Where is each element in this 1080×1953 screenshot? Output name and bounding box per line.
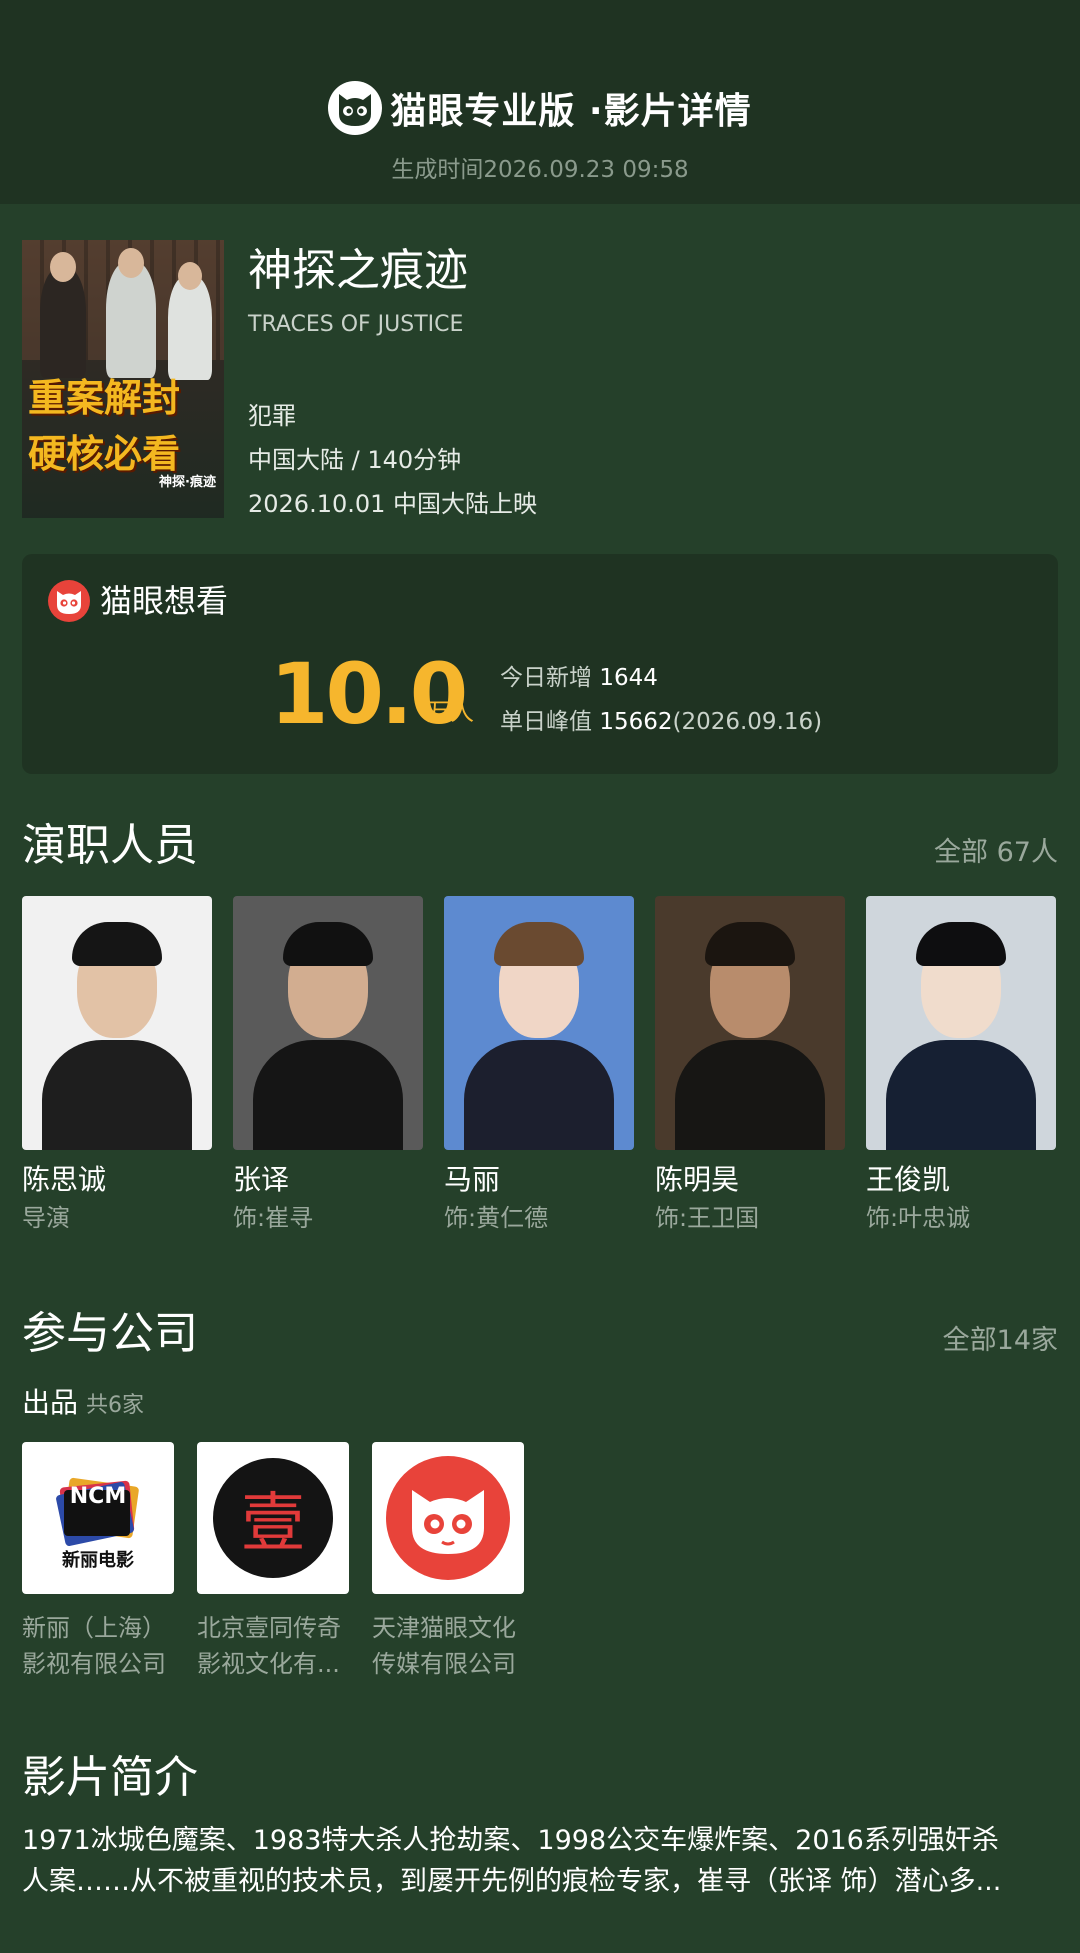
want-today-label: 今日新增 <box>500 665 592 691</box>
movie-release: 2026.10.01 中国大陆上映 <box>248 490 538 518</box>
poster-headline: 重案解封 硬核必看 <box>28 370 224 482</box>
movie-info: 神探之痕迹 TRACES OF JUSTICE 犯罪 中国大陆 / 140分钟 … <box>248 244 537 518</box>
ncm-logo-caption: 新丽电影 <box>62 1550 134 1571</box>
cast-name: 张译 <box>233 1163 290 1196</box>
cast-section-title: 演职人员 <box>22 820 198 871</box>
generated-time: 生成时间2026.09.23 09:58 <box>391 157 689 183</box>
synopsis-text[interactable]: 1971冰城色魔案、1983特大杀人抢劫案、1998公交车爆炸案、2016系列强… <box>22 1820 1058 1902</box>
want-title: 猫眼想看 <box>100 582 229 620</box>
producer-count: 共6家 <box>86 1393 145 1418</box>
want-peak: 单日峰值 15662(2026.09.16) <box>500 702 822 736</box>
synopsis-title: 影片简介 <box>22 1752 198 1803</box>
ncm-logo-text: NCM <box>69 1484 127 1509</box>
poster-headline-line1: 重案解封 <box>28 375 181 420</box>
synopsis-line1: 1971冰城色魔案、1983特大杀人抢劫案、1998公交车爆炸案、2016系列强… <box>22 1825 999 1856</box>
want-today: 今日新增 1644 <box>500 658 658 692</box>
producer-subtitle: 出品 共6家 <box>22 1385 144 1424</box>
company-logo: NCM 新丽电影 <box>22 1442 174 1594</box>
cast-photo <box>655 896 845 1150</box>
poster-figure <box>168 276 212 380</box>
cast-role: 饰:王卫国 <box>655 1204 760 1232</box>
company-name: 新丽（上海） 影视有限公司 <box>22 1610 174 1682</box>
cast-member[interactable]: 王俊凯 饰:叶忠诚 <box>866 896 1056 1234</box>
poster-head <box>50 252 76 282</box>
cast-name: 王俊凯 <box>866 1163 951 1196</box>
company-name-line1: 新丽（上海） <box>22 1614 166 1642</box>
company-name-line1: 天津猫眼文化 <box>372 1614 516 1642</box>
poster-head <box>178 262 202 290</box>
maoyan-cat-icon <box>386 1456 510 1580</box>
movie-english-title: TRACES OF JUSTICE <box>248 312 464 337</box>
maoyan-cat-icon <box>48 580 90 622</box>
company-name: 天津猫眼文化 传媒有限公司 <box>372 1610 524 1682</box>
cast-photo <box>233 896 423 1150</box>
cast-member[interactable]: 张译 饰:崔寻 <box>233 896 423 1234</box>
synopsis-line2: 人案……从不被重视的技术员，到屡开先例的痕检专家，崔寻（张译 饰）潜心多... <box>22 1866 1002 1897</box>
movie-region-duration: 中国大陆 / 140分钟 <box>248 446 462 474</box>
company-name-line1: 北京壹同传奇 <box>197 1614 341 1642</box>
brand-title: 猫眼专业版 ·影片详情 <box>390 91 752 132</box>
cast-member[interactable]: 陈明昊 饰:王卫国 <box>655 896 845 1234</box>
want-peak-date: (2026.09.16) <box>672 709 823 735</box>
company-logo <box>372 1442 524 1594</box>
poster-figure <box>40 268 86 378</box>
want-peak-label: 单日峰值 <box>500 709 592 735</box>
company-name-line2: 影视文化有... <box>197 1650 340 1678</box>
want-peak-value: 15662 <box>599 709 673 735</box>
cast-member[interactable]: 陈思诚 导演 <box>22 896 212 1234</box>
company-view-all[interactable]: 全部14家 <box>943 1318 1058 1357</box>
cast-role: 饰:叶忠诚 <box>866 1204 971 1232</box>
company-name-line2: 影视有限公司 <box>22 1650 166 1678</box>
producer-label: 出品 <box>22 1386 79 1419</box>
poster-head <box>118 248 144 278</box>
company-section-title: 参与公司 <box>22 1308 198 1359</box>
cast-photo <box>22 896 212 1150</box>
movie-genre: 犯罪 <box>248 402 296 430</box>
movie-poster[interactable]: 重案解封 硬核必看 神探·痕迹 <box>22 240 224 518</box>
page-header: 猫眼专业版 ·影片详情 生成时间2026.09.23 09:58 <box>0 0 1080 204</box>
poster-caption: 神探·痕迹 <box>159 475 216 490</box>
want-to-see-card[interactable]: 猫眼想看 10.0 万人 今日新增 1644 单日峰值 15662(2026.0… <box>22 554 1058 774</box>
company-item[interactable]: 壹 北京壹同传奇 影视文化有... <box>197 1442 349 1682</box>
cast-role: 饰:黄仁德 <box>444 1204 549 1232</box>
cast-member[interactable]: 马丽 饰:黄仁德 <box>444 896 634 1234</box>
cast-photo <box>444 896 634 1150</box>
company-item[interactable]: 天津猫眼文化 传媒有限公司 <box>372 1442 524 1682</box>
want-today-value: 1644 <box>599 665 658 691</box>
cast-name: 马丽 <box>444 1163 501 1196</box>
company-name-line2: 传媒有限公司 <box>372 1650 516 1678</box>
cast-name: 陈思诚 <box>22 1163 107 1196</box>
cast-view-all[interactable]: 全部 67人 <box>934 830 1058 869</box>
company-logo: 壹 <box>197 1442 349 1594</box>
want-unit: 万人 <box>426 698 474 726</box>
brand: 猫眼专业版 ·影片详情 <box>0 80 1080 136</box>
company-name: 北京壹同传奇 影视文化有... <box>197 1610 349 1682</box>
cast-photo <box>866 896 1056 1150</box>
cast-role: 饰:崔寻 <box>233 1204 314 1232</box>
company-item[interactable]: NCM 新丽电影 新丽（上海） 影视有限公司 <box>22 1442 174 1682</box>
cast-role: 导演 <box>22 1204 70 1232</box>
poster-figure <box>106 262 156 378</box>
movie-title: 神探之痕迹 <box>248 245 468 296</box>
yitong-logo-text: 壹 <box>241 1487 305 1561</box>
maoyan-cat-icon <box>328 81 383 135</box>
cast-name: 陈明昊 <box>655 1163 740 1196</box>
